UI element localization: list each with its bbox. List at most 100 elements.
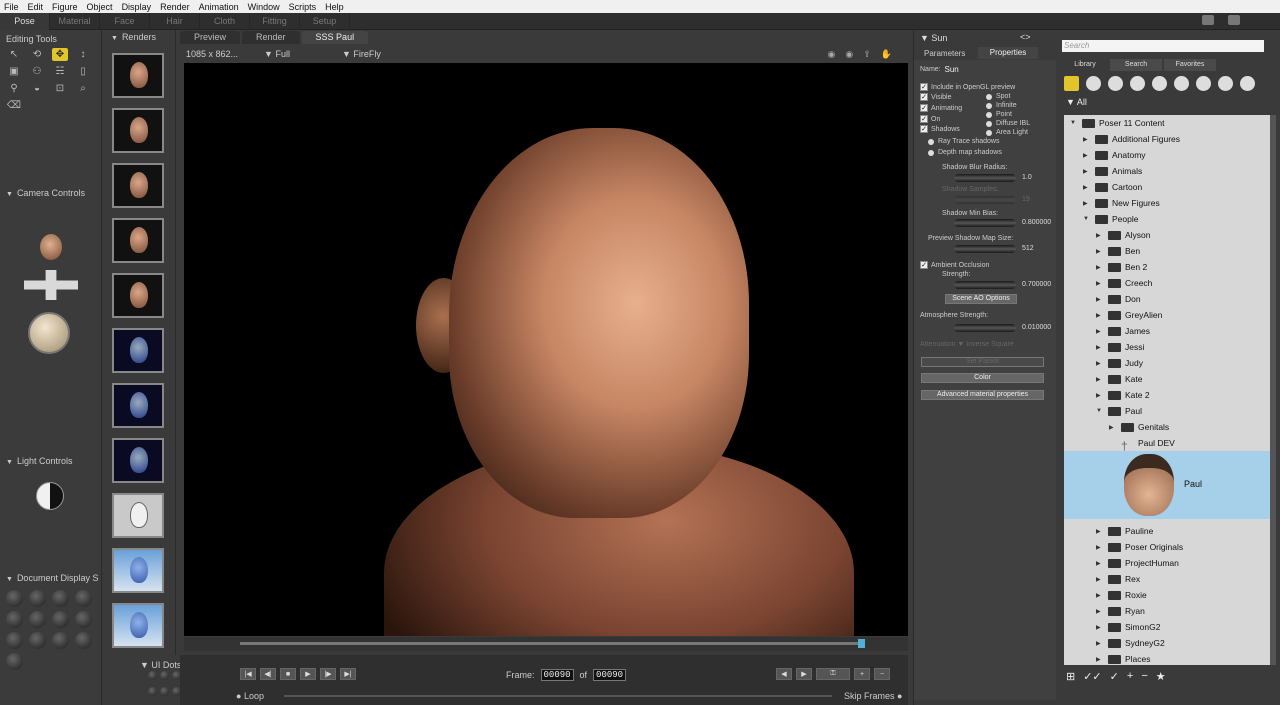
go-to-start-button[interactable]: |◀ xyxy=(240,668,256,680)
add-icon[interactable]: + xyxy=(1127,670,1133,686)
grouping-icon[interactable]: ▯ xyxy=(75,65,91,78)
render-thumbnail[interactable] xyxy=(112,163,164,208)
tab-library[interactable]: Library xyxy=(1062,59,1108,71)
window-icon[interactable] xyxy=(1228,15,1240,25)
ui-dot[interactable] xyxy=(148,687,157,696)
hands-icon[interactable] xyxy=(1152,76,1167,91)
move-cross-icon[interactable] xyxy=(24,270,78,300)
tree-item[interactable]: ▶ Places xyxy=(1096,651,1151,665)
previous-key-button[interactable]: ◀ xyxy=(776,668,792,680)
room-tab-face[interactable]: Face xyxy=(100,12,150,30)
display-style-dot[interactable] xyxy=(75,632,92,649)
tree-item[interactable]: ▶ Creech xyxy=(1096,275,1152,291)
color-icon[interactable]: ☵ xyxy=(52,65,68,78)
tree-item[interactable]: ▶ SydneyG2 xyxy=(1096,635,1165,651)
tree-item[interactable]: ▶ Anatomy xyxy=(1083,147,1146,163)
shadow-min-bias-value[interactable]: 0.800000 xyxy=(1022,219,1051,226)
loop-toggle[interactable]: ● Loop xyxy=(236,691,264,701)
tree-item[interactable]: ▶ Alyson xyxy=(1096,227,1151,243)
tree-item[interactable]: ▶ ProjectHuman xyxy=(1096,555,1179,571)
include-opengl-checkbox[interactable]: ✓ Include in OpenGL preview xyxy=(920,83,1015,91)
twist-icon[interactable]: ⟲ xyxy=(29,48,45,61)
tree-item[interactable]: ▼ People xyxy=(1083,211,1138,227)
tree-item[interactable]: ▶ Pauline xyxy=(1096,523,1153,539)
scale-icon[interactable]: ↕ xyxy=(75,48,91,61)
collapsed-arrow-icon[interactable]: ▶ xyxy=(1096,528,1104,535)
display-style-dot[interactable] xyxy=(6,590,23,607)
expanded-arrow-icon[interactable]: ▼ xyxy=(1083,216,1091,222)
tree-item[interactable]: ▶ Ryan xyxy=(1096,603,1145,619)
render-viewport[interactable] xyxy=(184,63,908,636)
display-style-dot[interactable] xyxy=(6,611,23,628)
library-scrollbar[interactable] xyxy=(1270,115,1276,665)
render-thumbnail[interactable] xyxy=(112,328,164,373)
tab-favorites[interactable]: Favorites xyxy=(1164,59,1216,71)
cameras-icon[interactable] xyxy=(1218,76,1233,91)
tree-item[interactable]: ▶ Ben 2 xyxy=(1096,259,1147,275)
render-thumbnail[interactable] xyxy=(112,53,164,98)
light-type-point[interactable]: Point xyxy=(986,111,1012,118)
favorite-star-icon[interactable]: ★ xyxy=(1156,670,1166,686)
chain-break-icon[interactable]: ⚇ xyxy=(29,65,45,78)
morph-brush-icon[interactable]: ◒ xyxy=(29,82,45,95)
tree-item[interactable]: ▶ Kate 2 xyxy=(1096,387,1150,403)
render-thumbnail[interactable] xyxy=(112,383,164,428)
tree-item[interactable]: ▶ Don xyxy=(1096,291,1141,307)
face-camera-icon[interactable] xyxy=(40,234,62,260)
set-parent-button[interactable]: Set Parent xyxy=(921,357,1044,367)
chat-icon[interactable] xyxy=(1202,15,1214,25)
collapsed-arrow-icon[interactable]: ▶ xyxy=(1096,544,1104,551)
render-size-label[interactable]: 1085 x 862... xyxy=(186,49,238,59)
filter-all-dropdown[interactable]: ▼ All xyxy=(1066,97,1087,107)
direct-manipulation-icon[interactable]: ⊡ xyxy=(52,82,68,95)
tab-parameters[interactable]: Parameters xyxy=(924,49,965,58)
render-quality-dropdown[interactable]: ▼ Full xyxy=(264,49,316,59)
collapsed-arrow-icon[interactable]: ▶ xyxy=(1083,200,1091,207)
expressions-icon[interactable] xyxy=(1108,76,1123,91)
collapsed-arrow-icon[interactable]: ▶ xyxy=(1096,560,1104,567)
expand-arrows-icon[interactable]: <> xyxy=(1020,32,1031,42)
collapsed-arrow-icon[interactable]: ▶ xyxy=(1096,344,1104,351)
props-icon[interactable] xyxy=(1174,76,1189,91)
figures-icon[interactable] xyxy=(1064,76,1079,91)
name-field[interactable]: Sun xyxy=(945,65,959,74)
room-tab-material[interactable]: Material xyxy=(50,12,100,30)
light-sphere-icon[interactable] xyxy=(36,482,64,510)
visible-checkbox[interactable]: ✓ Visible xyxy=(920,93,952,101)
collapsed-arrow-icon[interactable]: ▶ xyxy=(1096,656,1104,663)
menu-edit[interactable]: Edit xyxy=(28,2,44,12)
atmosphere-slider[interactable] xyxy=(954,324,1016,332)
animating-checkbox[interactable]: ✓ Animating xyxy=(920,104,962,112)
room-tab-setup[interactable]: Setup xyxy=(300,12,350,30)
menu-figure[interactable]: Figure xyxy=(52,2,78,12)
menu-render[interactable]: Render xyxy=(160,2,190,12)
collapsed-arrow-icon[interactable]: ▶ xyxy=(1096,640,1104,647)
render-toolbar-icons[interactable]: ◉◉⇪✋ xyxy=(828,49,902,60)
zoom-icon[interactable]: ⌕ xyxy=(75,82,91,95)
expanded-arrow-icon[interactable]: ▼ xyxy=(1096,408,1104,414)
tab-search[interactable]: Search xyxy=(1110,59,1162,71)
collapsed-arrow-icon[interactable]: ▶ xyxy=(1096,576,1104,583)
remove-key-button[interactable]: − xyxy=(874,668,890,680)
apply-icon[interactable]: ✓ xyxy=(1110,670,1119,686)
color-button[interactable]: Color xyxy=(921,373,1044,383)
tree-item[interactable]: ▶ Jessi xyxy=(1096,339,1144,355)
render-thumbnail[interactable] xyxy=(112,493,164,538)
menu-animation[interactable]: Animation xyxy=(199,2,239,12)
collapsed-arrow-icon[interactable]: ▶ xyxy=(1096,592,1104,599)
key-icon[interactable]: ⚿ xyxy=(816,668,850,680)
translate-icon[interactable]: ✥ xyxy=(52,48,68,61)
ambient-occlusion-checkbox[interactable]: ✓ Ambient Occlusion xyxy=(920,261,989,269)
menu-display[interactable]: Display xyxy=(122,2,152,12)
tree-item[interactable]: ▶ Genitals xyxy=(1109,419,1169,435)
collapsed-arrow-icon[interactable]: ▶ xyxy=(1083,136,1091,143)
display-style-dot[interactable] xyxy=(52,632,69,649)
collapsed-arrow-icon[interactable]: ▶ xyxy=(1096,280,1104,287)
render-scrubber[interactable] xyxy=(184,637,908,651)
selected-figure-thumbnail[interactable]: Paul xyxy=(1064,451,1270,519)
display-style-dot[interactable] xyxy=(52,611,69,628)
step-back-button[interactable]: ◀| xyxy=(260,668,276,680)
menu-window[interactable]: Window xyxy=(248,2,280,12)
scrubber-handle[interactable] xyxy=(858,639,865,648)
attenuation-dropdown[interactable]: Attenuation ▼ Inverse Square xyxy=(920,341,1014,348)
